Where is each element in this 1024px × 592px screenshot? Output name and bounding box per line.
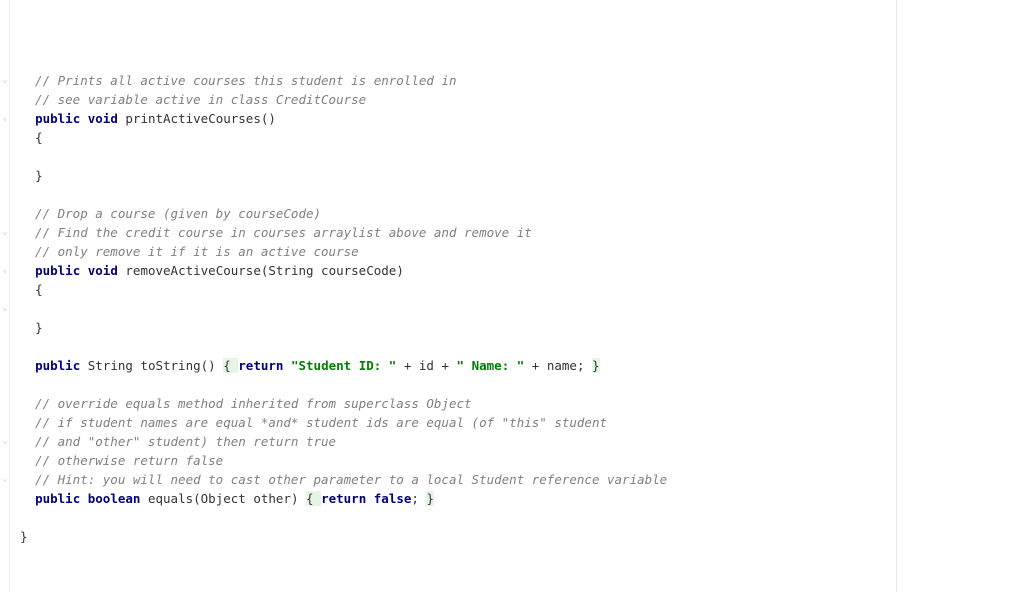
code-line[interactable]: public void removeActiveCourse(String co… (20, 261, 1024, 280)
code-line[interactable]: // override equals method inherited from… (20, 394, 1024, 413)
code-line[interactable]: public boolean equals(Object other) { re… (20, 489, 1024, 508)
gutter: ⌄ ⌄ ⌄ ⌄ ⌄ ⌄ ⌄ (0, 0, 10, 592)
code-line[interactable]: // and "other" student) then return true (20, 432, 1024, 451)
code-line[interactable]: } (20, 318, 1024, 337)
code-line[interactable] (20, 508, 1024, 527)
code-line[interactable] (20, 147, 1024, 166)
code-line[interactable]: // Drop a course (given by courseCode) (20, 204, 1024, 223)
code-line[interactable]: // Find the credit course in courses arr… (20, 223, 1024, 242)
code-line[interactable] (20, 375, 1024, 394)
code-line[interactable] (20, 337, 1024, 356)
fold-handle-icon[interactable]: ⌄ (0, 432, 10, 451)
fold-handle-icon[interactable]: ⌄ (0, 223, 10, 242)
fold-handle-icon[interactable]: ⌄ (0, 261, 10, 280)
code-editor[interactable]: ⌄ ⌄ ⌄ ⌄ ⌄ ⌄ ⌄ // Prints all active courses thi… (0, 0, 1024, 592)
code-line[interactable]: } (20, 527, 1024, 546)
code-line[interactable] (20, 299, 1024, 318)
code-line[interactable] (20, 185, 1024, 204)
fold-handle-icon[interactable]: ⌄ (0, 109, 10, 128)
code-content[interactable]: // Prints all active courses this studen… (10, 0, 1024, 592)
code-line[interactable]: { (20, 280, 1024, 299)
code-line[interactable]: { (20, 128, 1024, 147)
code-line[interactable]: // see variable active in class CreditCo… (20, 90, 1024, 109)
code-line[interactable]: } (20, 166, 1024, 185)
code-line[interactable]: // otherwise return false (20, 451, 1024, 470)
fold-handle-icon[interactable]: ⌄ (0, 71, 10, 90)
code-line[interactable]: // if student names are equal *and* stud… (20, 413, 1024, 432)
code-line[interactable]: // Prints all active courses this studen… (20, 71, 1024, 90)
right-margin-line (896, 0, 897, 592)
code-line[interactable]: public String toString() { return "Stude… (20, 356, 1024, 375)
code-line[interactable]: // Hint: you will need to cast other par… (20, 470, 1024, 489)
fold-handle-icon[interactable]: ⌄ (0, 470, 10, 489)
code-line[interactable]: public void printActiveCourses() (20, 109, 1024, 128)
fold-handle-icon[interactable]: ⌄ (0, 299, 10, 318)
code-line[interactable]: // only remove it if it is an active cou… (20, 242, 1024, 261)
